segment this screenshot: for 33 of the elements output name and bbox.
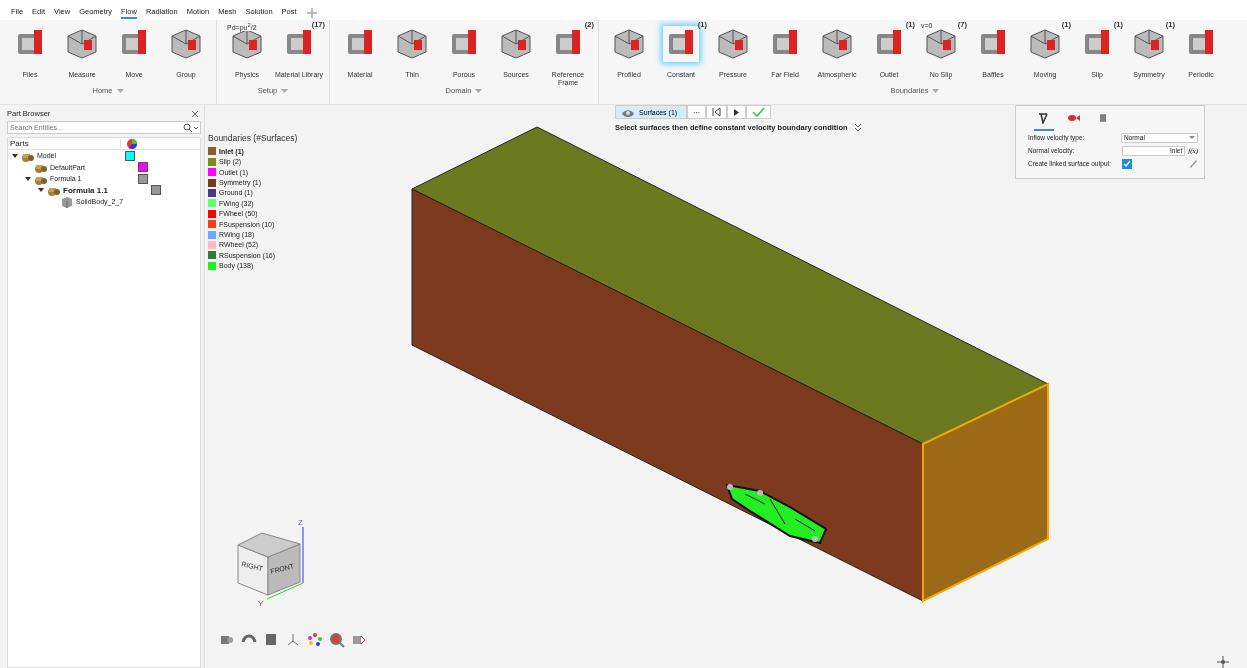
color-wheel-icon — [127, 138, 137, 149]
axis-label: Z — [298, 518, 303, 527]
play-icon — [733, 107, 740, 117]
checkmark-icon — [752, 107, 765, 117]
play-button[interactable] — [727, 105, 746, 119]
expand-chevron-icon[interactable] — [853, 123, 862, 132]
crosshair-icon[interactable] — [1217, 656, 1229, 668]
axis-label: Y — [258, 599, 264, 608]
expand-caret-icon[interactable] — [38, 187, 44, 194]
pencil-icon[interactable] — [1189, 159, 1198, 168]
reset-button[interactable] — [706, 105, 727, 119]
color-swatch[interactable] — [138, 162, 148, 173]
domain-side-face[interactable] — [922, 382, 1049, 603]
caret-icon — [1189, 136, 1195, 139]
color-swatch[interactable] — [151, 185, 161, 196]
checkbox[interactable] — [1122, 158, 1132, 169]
close-icon[interactable] — [191, 109, 199, 118]
checkmark-icon — [1123, 160, 1131, 167]
palette-icon[interactable] — [307, 632, 323, 648]
velocity-icon — [1037, 112, 1051, 124]
solid-body-icon — [60, 195, 73, 208]
tree-item[interactable]: Formula 1.1 — [63, 185, 108, 195]
color-swatch[interactable] — [125, 150, 135, 161]
move-handle-icon[interactable] — [305, 7, 318, 19]
expand-caret-icon[interactable] — [12, 152, 18, 159]
legend-title: Boundaries (#Surfaces) — [208, 133, 298, 143]
color-swatch[interactable] — [138, 173, 148, 184]
zoom-icon[interactable] — [329, 632, 345, 648]
search-icon[interactable] — [183, 122, 198, 133]
expand-caret-icon[interactable] — [25, 175, 31, 182]
eye-icon — [621, 107, 635, 117]
skip-back-icon — [712, 107, 721, 117]
column-header: Parts — [8, 139, 121, 148]
